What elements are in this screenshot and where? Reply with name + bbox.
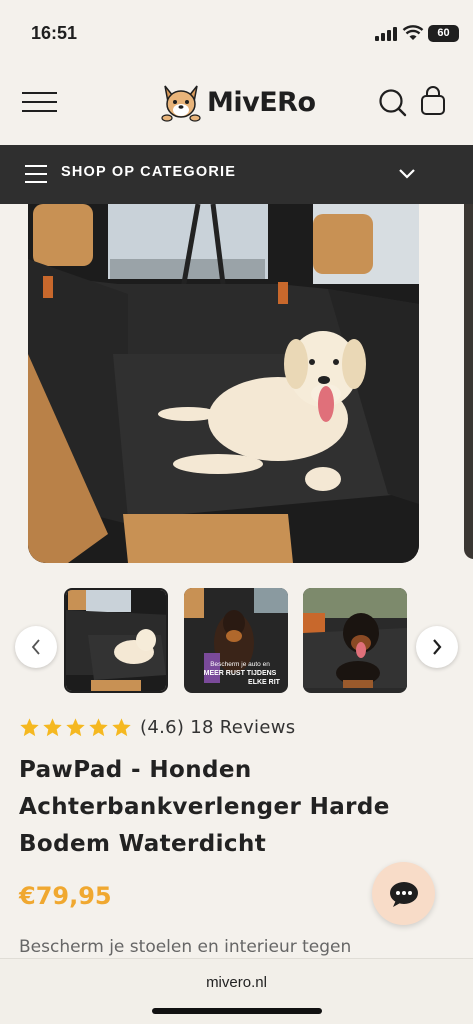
thumbnail-2-caption-line1: Bescherm je auto en — [210, 661, 270, 668]
thumbnail-2-caption-line2: MEER RUST TIJDENS — [204, 670, 277, 677]
next-image-preview[interactable] — [464, 204, 473, 559]
thumbnail-2[interactable]: Bescherm je auto en MEER RUST TIJDENS EL… — [184, 588, 288, 693]
thumbnail-3[interactable] — [303, 588, 407, 693]
chat-bubble-icon — [389, 881, 418, 907]
category-menu-label: SHOP OP CATEGORIE — [61, 164, 237, 180]
thumbnail-carousel: Bescherm je auto en MEER RUST TIJDENS EL… — [0, 588, 473, 694]
chat-button[interactable] — [372, 862, 435, 925]
thumbnail-2-caption-line3: ELKE RIT — [248, 679, 281, 686]
thumbnail-1-photo — [66, 590, 166, 691]
site-header: MivERo — [0, 66, 473, 145]
car-seat-dog-photo — [28, 204, 419, 563]
chevron-left-icon — [31, 639, 40, 655]
status-bar: 16:51 60 — [0, 0, 473, 66]
product-title: PawPad - Honden Achterbankverlenger Hard… — [19, 757, 390, 857]
battery-icon: 60 — [428, 25, 459, 42]
rating-text: (4.6) 18 Reviews — [140, 717, 296, 738]
logo-text: MivERo — [207, 86, 316, 118]
wifi-icon — [402, 25, 424, 40]
product-description: Bescherm je stoelen en interieur tegen — [19, 937, 352, 957]
star-icon — [66, 718, 85, 737]
rating-stars — [19, 717, 132, 738]
menu-icon[interactable] — [22, 92, 57, 112]
thumbnail-2-photo: Bescherm je auto en MEER RUST TIJDENS EL… — [184, 588, 288, 693]
star-icon — [112, 718, 131, 737]
thumbnail-3-photo — [303, 588, 407, 693]
dog-logo-icon — [161, 85, 201, 122]
star-icon — [43, 718, 62, 737]
previous-image-button[interactable] — [15, 626, 57, 668]
chevron-down-icon — [399, 169, 415, 179]
browser-url-bar[interactable]: mivero.nl — [0, 958, 473, 1024]
browser-url: mivero.nl — [206, 974, 267, 991]
chevron-right-icon — [433, 639, 442, 655]
next-image-button[interactable] — [416, 626, 458, 668]
site-logo[interactable]: MivERo — [159, 82, 316, 122]
product-price: €79,95 — [19, 882, 112, 910]
shopping-bag-icon[interactable] — [420, 86, 446, 116]
thumbnail-1[interactable] — [64, 588, 168, 693]
product-rating[interactable]: (4.6) 18 Reviews — [19, 717, 295, 738]
category-menu-icon — [25, 165, 47, 183]
search-icon[interactable] — [378, 88, 408, 118]
cellular-signal-icon — [375, 27, 397, 41]
product-main-image[interactable] — [28, 204, 419, 563]
status-time: 16:51 — [31, 23, 78, 43]
star-icon — [89, 718, 108, 737]
home-indicator[interactable] — [152, 1008, 322, 1014]
star-icon — [20, 718, 39, 737]
category-menu-bar[interactable]: SHOP OP CATEGORIE — [0, 145, 473, 204]
